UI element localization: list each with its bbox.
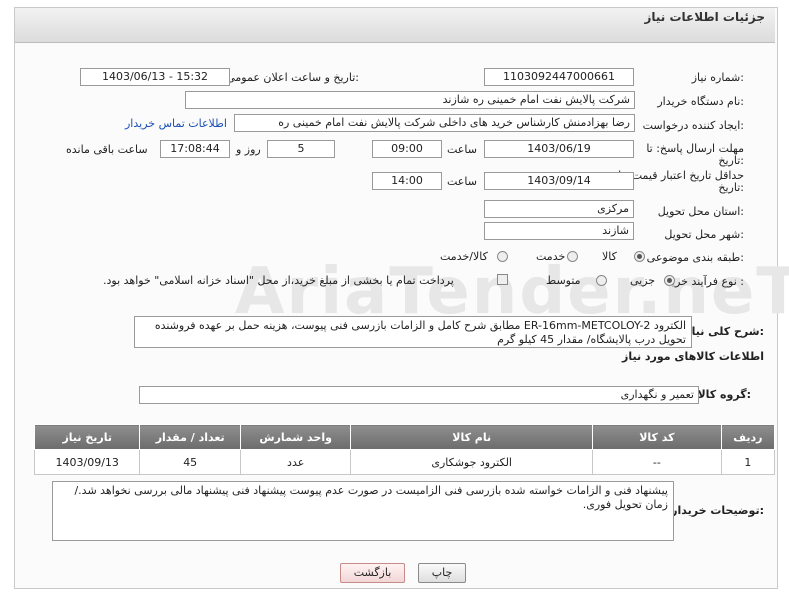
remaining-label: ساعت باقی مانده	[66, 143, 148, 156]
city-label: شهر محل تحویل:	[664, 228, 744, 241]
buyer-notes-label: توضیحات خریدار:	[671, 504, 764, 517]
announce-field: 1403/06/13 - 15:32	[80, 68, 230, 86]
cell-unit: عدد	[239, 449, 352, 475]
category-radio-goods[interactable]	[634, 251, 645, 262]
col-item-code: کد کالا	[591, 424, 722, 450]
category-goods-label: کالا	[602, 250, 617, 263]
treasury-payment-text: پرداخت تمام یا بخشی از مبلغ خرید،از محل …	[103, 274, 454, 287]
creator-field: رضا بهزادمنش کارشناس خرید های داخلی شرکت…	[234, 114, 635, 132]
remaining-time-field: 17:08:44	[160, 140, 230, 158]
cell-need-date: 1403/09/13	[33, 449, 141, 475]
announce-label: تاریخ و ساعت اعلان عمومی:	[226, 71, 359, 84]
table-row: 1403/09/13 45 عدد الکترود جوشکاری -- 1	[33, 449, 776, 475]
category-radio-goods-service[interactable]	[497, 251, 508, 262]
goods-group-label: گروه کالا:	[697, 388, 751, 401]
need-number-field: 1103092447000661	[484, 68, 634, 86]
buyer-notes-field: پیشنهاد فنی و الزامات خواسته شده بازرسی …	[52, 481, 674, 541]
print-button[interactable]: چاپ	[418, 563, 466, 583]
cell-row: 1	[720, 449, 776, 475]
validity-date-field: 1403/09/14	[484, 172, 634, 190]
days-label: روز و	[236, 143, 261, 156]
col-row: ردیف	[720, 424, 776, 450]
goods-section-title: اطلاعات کالاهای مورد نیاز	[622, 350, 764, 363]
deadline-label-2: تاریخ:	[718, 154, 744, 167]
contact-buyer-link[interactable]: اطلاعات تماس خریدار	[125, 117, 227, 130]
category-label: طبقه بندی موضوعی:	[646, 251, 744, 264]
process-minor-label: جزیی	[630, 274, 656, 287]
deadline-time-field: 09:00	[372, 140, 442, 158]
category-goods-service-label: کالا/خدمت	[440, 250, 488, 263]
deadline-time-label: ساعت	[447, 143, 477, 156]
process-radio-minor[interactable]	[664, 275, 675, 286]
days-field: 5	[267, 140, 335, 158]
process-medium-label: متوسط	[546, 274, 581, 287]
description-field: الکترود ER-16mm-METCOLOY-2 مطابق شرح کام…	[134, 316, 692, 348]
col-item-name: نام کالا	[350, 424, 593, 450]
category-radio-service[interactable]	[567, 251, 578, 262]
buyer-field: شرکت پالایش نفت امام خمینی ره شازند	[185, 91, 635, 109]
province-label: استان محل تحویل:	[657, 205, 744, 218]
deadline-date-field: 1403/06/19	[484, 140, 634, 158]
cell-quantity: 45	[139, 449, 241, 475]
need-number-label: شماره نیاز:	[691, 71, 744, 84]
col-unit: واحد شمارش	[239, 424, 352, 450]
col-need-date: تاریخ نیاز	[33, 424, 141, 450]
category-service-label: خدمت	[536, 250, 566, 263]
cell-item-name: الکترود جوشکاری	[350, 449, 593, 475]
province-field: مرکزی	[484, 200, 634, 218]
back-button[interactable]: بازگشت	[340, 563, 405, 583]
city-field: شازند	[484, 222, 634, 240]
items-table-header: تاریخ نیاز تعداد / مقدار واحد شمارش نام …	[33, 424, 776, 450]
page-title: جزئیات اطلاعات نیاز	[644, 10, 765, 24]
cell-item-code: --	[591, 449, 722, 475]
treasury-payment-checkbox[interactable]	[497, 274, 508, 285]
process-radio-medium[interactable]	[596, 275, 607, 286]
buyer-label: نام دستگاه خریدار:	[657, 95, 744, 108]
creator-label: ایجاد کننده درخواست:	[642, 119, 744, 132]
validity-time-field: 14:00	[372, 172, 442, 190]
items-table: تاریخ نیاز تعداد / مقدار واحد شمارش نام …	[33, 424, 776, 475]
validity-time-label: ساعت	[447, 175, 477, 188]
col-quantity: تعداد / مقدار	[139, 424, 241, 450]
validity-label-2: تاریخ:	[718, 181, 744, 194]
description-label: شرح کلی نیاز:	[685, 325, 764, 338]
process-label: نوع فرآیند خرید :	[666, 275, 744, 288]
goods-group-field: تعمیر و نگهداری	[139, 386, 699, 404]
